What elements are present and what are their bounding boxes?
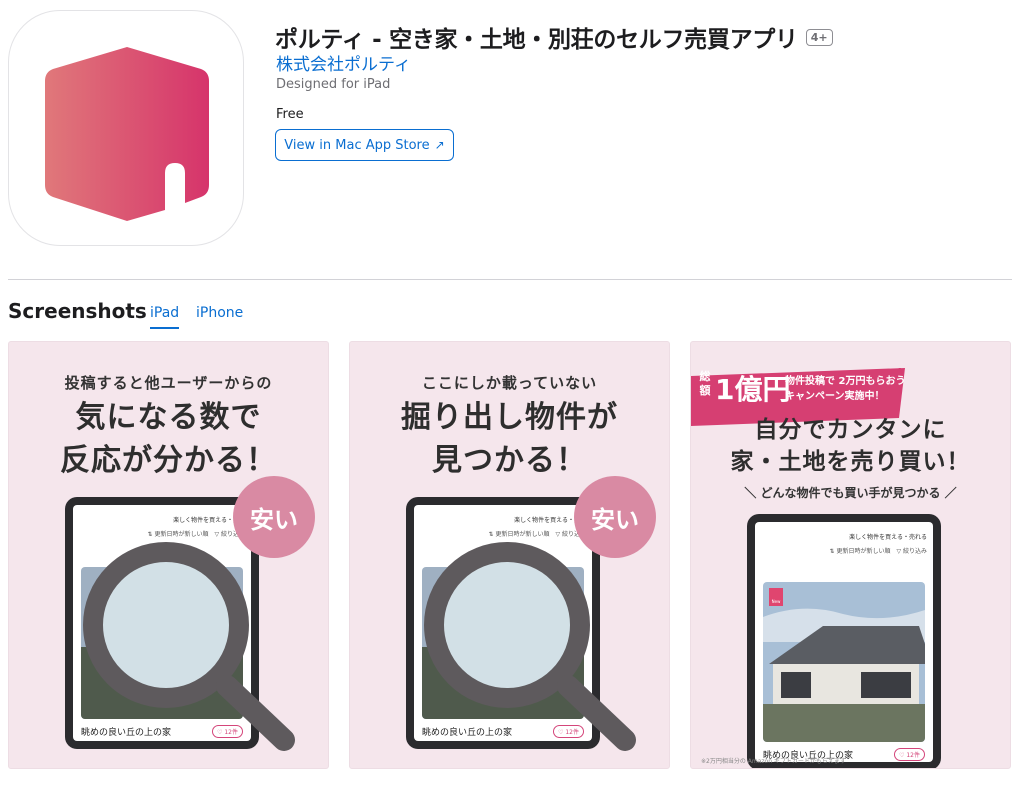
tablet-screen: 楽しく物件を買える・売れる ⇅ 更新日時が新しい順 ▽ 絞り込み New 眺めの… [755, 522, 933, 762]
screen-sort-bar: ⇅ 更新日時が新しい順 ▽ 絞り込み [488, 531, 586, 538]
caption-small: ここにしか載っていない [421, 374, 598, 392]
banner-line-1: 物件投稿で 2万円もらおう [785, 376, 906, 387]
view-in-mac-app-store-label: View in Mac App Store [284, 137, 430, 153]
screenshot-2[interactable]: ここにしか載っていない 掘り出し物件が 見つかる！ 楽しく物件を買える・売れ ⇅… [349, 341, 670, 769]
age-rating-badge: 4+ [805, 28, 833, 46]
caption-big-line-1: 気になる数で [75, 400, 262, 435]
magnifier-icon [83, 542, 295, 751]
tab-ipad[interactable]: iPad [150, 305, 180, 329]
screen-header: 楽しく物件を買える・売れ [173, 517, 245, 524]
app-icon [8, 10, 244, 246]
app-title: ポルティ - 空き家・土地・別荘のセルフ売買アプリ [275, 27, 798, 53]
favorite-count: ♡ 12件 [894, 748, 925, 761]
screen-header: 楽しく物件を買える・売れる [849, 534, 927, 541]
caption-small: 投稿すると他ユーザーからの [64, 374, 273, 392]
caption-sub: ＼ どんな物件でも買い手が見つかる ／ [744, 486, 957, 500]
external-link-icon: ↗ [434, 138, 445, 152]
developer-link[interactable]: 株式会社ポルティ [276, 50, 411, 75]
screen-sort-bar: ⇅ 更新日時が新しい順 ▽ 絞り込み [147, 531, 245, 538]
screen-sort-bar: ⇅ 更新日時が新しい順 ▽ 絞り込み [829, 548, 927, 555]
cheap-bubble: 安い [574, 476, 656, 558]
tablet-mockup: 楽しく物件を買える・売れる ⇅ 更新日時が新しい順 ▽ 絞り込み New 眺めの… [747, 514, 941, 768]
caption-big-line-2: 家・土地を売り買い！ [730, 449, 971, 475]
caption-big-line-1: 掘り出し物件が [401, 400, 618, 435]
caption-big-line-1: 自分でカンタンに [754, 417, 947, 443]
app-title-row: ポルティ - 空き家・土地・別荘のセルフ売買アプリ 4+ [275, 20, 833, 54]
banner-total-label: 総額 [699, 370, 711, 397]
section-divider [8, 279, 1012, 280]
price-label: Free [276, 107, 304, 122]
designed-for-label: Designed for iPad [276, 77, 391, 92]
tab-iphone[interactable]: iPhone [196, 305, 243, 327]
house-logo-icon [45, 47, 209, 221]
banner-amount: 1億円 [715, 373, 791, 406]
screen-header: 楽しく物件を買える・売れ [514, 517, 586, 524]
new-tag: New [769, 588, 783, 606]
magnifier-icon [424, 542, 636, 751]
view-in-mac-app-store-button[interactable]: View in Mac App Store ↗ [275, 129, 454, 161]
cheap-bubble: 安い [233, 476, 315, 558]
listing-photo [763, 582, 925, 742]
screenshots-heading: Screenshots [8, 299, 147, 323]
footnote: ※2万円相当分の Amazon ギフトカードがもらえます [701, 758, 846, 765]
screenshot-3[interactable]: 総額 1億円 物件投稿で 2万円もらおう キャンペーン実施中！ 自分でカンタンに… [690, 341, 1011, 769]
screenshot-1[interactable]: 投稿すると他ユーザーからの 気になる数で 反応が分かる！ 楽しく物件を買える・売… [8, 341, 329, 769]
banner-line-2: キャンペーン実施中！ [785, 391, 885, 402]
